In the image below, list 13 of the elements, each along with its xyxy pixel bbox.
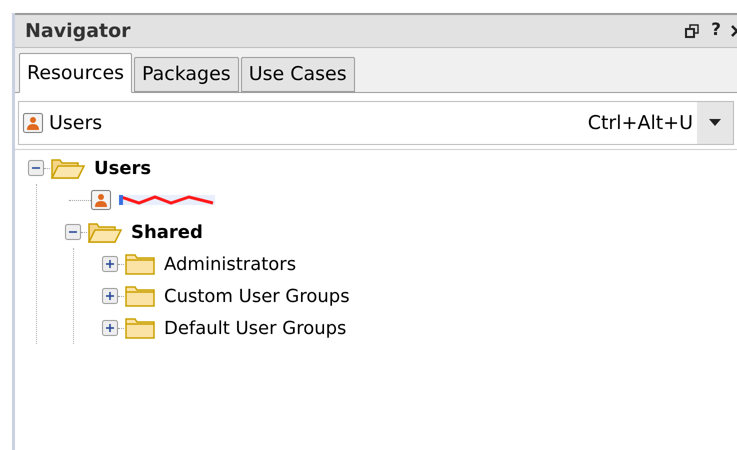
tree-item[interactable]: Administrators — [164, 250, 296, 278]
tab[interactable]: Use Cases — [240, 57, 355, 92]
resource-selector[interactable]: Users Ctrl+Alt+U — [18, 101, 734, 145]
tree-item[interactable]: Default User Groups — [164, 314, 346, 342]
tab[interactable]: Packages — [134, 57, 239, 92]
help-button[interactable]: ? — [711, 18, 721, 44]
selector-value: Users — [49, 110, 104, 136]
tree-item[interactable]: Custom User Groups — [164, 282, 350, 310]
tab[interactable]: Resources — [19, 53, 132, 93]
shortcut-label: Ctrl+Alt+U — [588, 110, 693, 136]
tree-item[interactable]: Shared — [131, 218, 203, 246]
tree-item[interactable]: Users — [94, 154, 152, 182]
panel-title: Navigator — [25, 18, 132, 44]
